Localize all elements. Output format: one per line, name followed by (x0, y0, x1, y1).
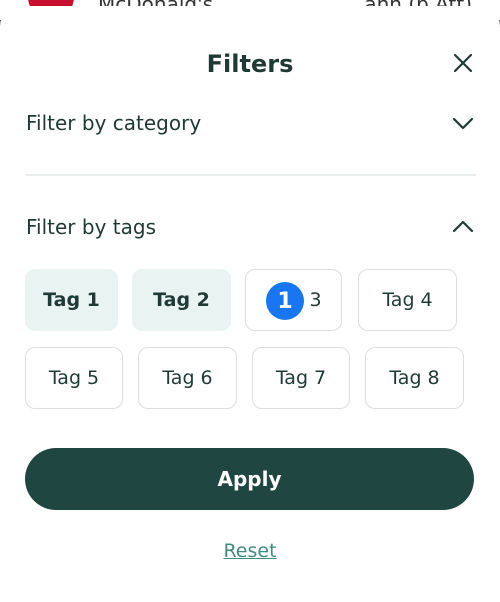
tag-chip-5[interactable]: Tag 5 (25, 347, 123, 409)
tag-chip-7[interactable]: Tag 7 (252, 347, 350, 409)
chevron-up-icon (452, 220, 474, 233)
annotation-marker: 1 (266, 282, 304, 320)
apply-button[interactable]: Apply (25, 448, 474, 510)
section-divider (26, 174, 476, 176)
tag-chip-4[interactable]: Tag 4 (358, 269, 457, 331)
filter-by-tags-label: Filter by tags (26, 215, 156, 239)
close-icon[interactable] (448, 48, 478, 78)
filters-bottom-sheet: Filters Filter by category Filter by tag… (0, 6, 500, 602)
chevron-down-icon (452, 117, 474, 130)
tag-chip-6[interactable]: Tag 6 (138, 347, 237, 409)
filter-by-category-label: Filter by category (26, 111, 202, 135)
reset-link[interactable]: Reset (0, 540, 500, 562)
filter-by-tags-toggle[interactable]: Filter by tags (26, 211, 476, 243)
tag-chip-2[interactable]: Tag 2 (132, 269, 231, 331)
tag-chip-1[interactable]: Tag 1 (25, 269, 118, 331)
tag-chip-8[interactable]: Tag 8 (365, 347, 464, 409)
filter-by-category-toggle[interactable]: Filter by category (26, 107, 476, 139)
sheet-title: Filters (206, 50, 294, 78)
